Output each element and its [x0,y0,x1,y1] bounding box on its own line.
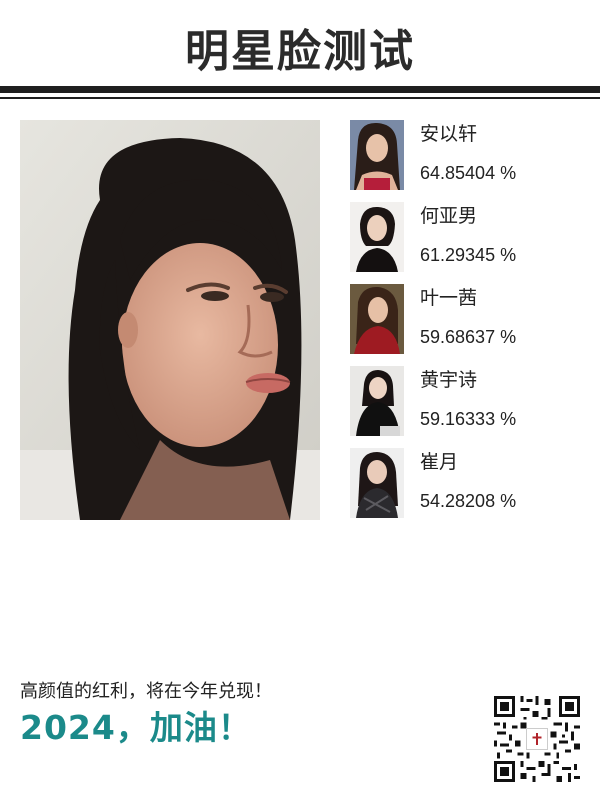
list-item[interactable]: 叶一茜 59.68637 % [350,284,590,354]
celebrity-name: 崔月 [420,451,459,473]
similarity-score: 59.68637 % [420,327,517,347]
footer-slogan: 高颜值的红利，将在今年兑现！ [20,681,272,702]
page-title: 明星脸测试 [185,26,415,77]
footer-headline: 2024，加油！ [20,708,252,747]
similarity-score: 61.29345 % [420,245,517,265]
celebrity-name: 何亚男 [420,205,478,227]
list-item[interactable]: 何亚男 61.29345 % [350,202,590,272]
list-item[interactable]: 崔月 54.28208 % [350,448,590,518]
celebrity-name: 叶一茜 [420,287,478,309]
header-divider-thin [0,97,600,99]
celebrity-name: 黄宇诗 [420,369,478,391]
similarity-score: 64.85404 % [420,163,517,183]
celebrity-thumbnail [350,120,404,190]
celebrity-thumbnail [350,448,404,518]
celebrity-thumbnail [350,284,404,354]
header-divider-thick [0,86,600,93]
celebrity-thumbnail [350,366,404,436]
list-item[interactable]: 黄宇诗 59.16333 % [350,366,590,436]
celebrity-name: 安以轩 [420,123,478,145]
qr-code[interactable] [494,696,580,782]
similarity-score: 59.16333 % [420,409,517,429]
celebrity-thumbnail [350,202,404,272]
match-list: 安以轩 64.85404 % 何亚男 61.29345 % 叶一茜 59.686… [350,120,590,530]
similarity-score: 54.28208 % [420,491,517,511]
user-photo [20,120,320,520]
list-item[interactable]: 安以轩 64.85404 % [350,120,590,190]
